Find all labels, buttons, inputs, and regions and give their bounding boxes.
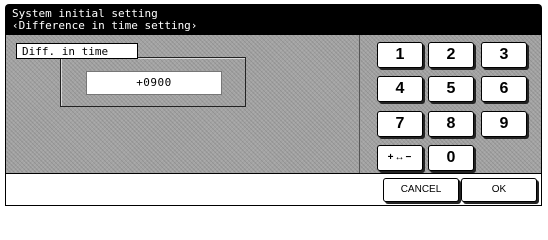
screen-subtitle: ‹Difference in time setting› <box>12 19 198 32</box>
panel-divider <box>359 35 360 173</box>
plus-minus-toggle-key[interactable]: +↔− <box>377 145 423 171</box>
key-9[interactable]: 9 <box>481 111 527 137</box>
footer-bar: CANCEL OK <box>5 174 542 206</box>
key-8[interactable]: 8 <box>428 111 474 137</box>
key-5[interactable]: 5 <box>428 76 474 102</box>
settings-screen: System initial setting ‹Difference in ti… <box>5 4 542 206</box>
key-3[interactable]: 3 <box>481 42 527 68</box>
key-6[interactable]: 6 <box>481 76 527 102</box>
key-7[interactable]: 7 <box>377 111 423 137</box>
ok-button[interactable]: OK <box>461 178 537 202</box>
key-4[interactable]: 4 <box>377 76 423 102</box>
key-1[interactable]: 1 <box>377 42 423 68</box>
cancel-button[interactable]: CANCEL <box>383 178 459 202</box>
key-2[interactable]: 2 <box>428 42 474 68</box>
main-panel: Diff. in time +0900 1 2 3 4 5 6 7 8 9 +↔… <box>5 34 542 174</box>
diff-in-time-label: Diff. in time <box>16 43 138 59</box>
diff-in-time-value[interactable]: +0900 <box>86 71 222 95</box>
key-0[interactable]: 0 <box>428 145 474 171</box>
title-bar: System initial setting ‹Difference in ti… <box>5 4 542 34</box>
